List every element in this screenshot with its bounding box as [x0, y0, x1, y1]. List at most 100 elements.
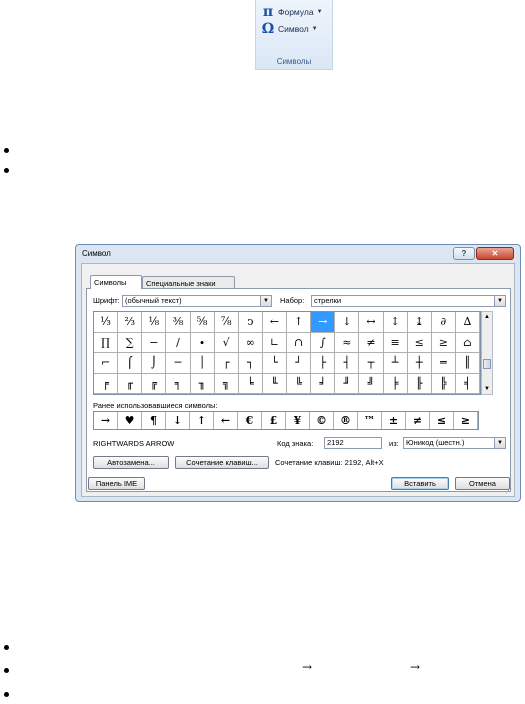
scroll-down-icon[interactable]: ▼	[482, 384, 492, 394]
symbol-cell[interactable]: ⅓	[94, 312, 119, 333]
symbol-cell[interactable]: ↨	[407, 312, 432, 333]
recent-symbols-row[interactable]: → ♥ ¶ ↓ ↑ ← € £ ¥ © ® ™ ± ≠ ≤ ≥	[93, 411, 479, 430]
subset-select[interactable]: стрелки ▼	[311, 295, 506, 307]
symbol-cell[interactable]: ≥	[431, 332, 456, 353]
shortcut-key-button[interactable]: Сочетание клавиш...	[175, 456, 269, 469]
symbol-cell[interactable]: ∆	[455, 312, 480, 333]
recent-symbol-cell[interactable]: £	[262, 412, 286, 429]
symbol-cell[interactable]: ∂	[431, 312, 456, 333]
symbol-cell[interactable]: ╡	[455, 373, 480, 394]
symbol-cell[interactable]: ┐	[238, 353, 263, 374]
symbol-cell[interactable]: −	[142, 332, 167, 353]
symbol-cell[interactable]: ╠	[431, 373, 456, 394]
scroll-up-icon[interactable]: ▲	[482, 312, 492, 322]
symbol-cell[interactable]: ╞	[383, 373, 408, 394]
resize-grip-icon[interactable]: ⋰	[505, 487, 513, 495]
symbol-cell[interactable]: ⅔	[118, 312, 143, 333]
symbol-cell[interactable]: ∏	[94, 332, 119, 353]
recent-symbol-cell[interactable]: ¶	[142, 412, 166, 429]
symbol-cell[interactable]: ╒	[94, 373, 119, 394]
dropdown-arrow-icon[interactable]: ▼	[317, 9, 323, 15]
symbol-cell[interactable]: ↄ	[238, 312, 263, 333]
recent-symbol-cell[interactable]: ←	[214, 412, 238, 429]
help-button[interactable]: ?	[453, 247, 475, 260]
symbol-cell[interactable]: ═	[431, 353, 456, 374]
recent-symbol-cell[interactable]: ™	[358, 412, 382, 429]
insert-button[interactable]: Вставить	[391, 477, 449, 490]
recent-symbol-cell[interactable]: ±	[382, 412, 406, 429]
symbol-cell[interactable]: ╝	[359, 373, 384, 394]
tab-special-characters[interactable]: Специальные знаки	[142, 276, 235, 288]
symbol-cell[interactable]: └	[262, 353, 287, 374]
symbol-cell[interactable]: ∞	[238, 332, 263, 353]
symbol-cell[interactable]: ≤	[407, 332, 432, 353]
recent-symbol-cell[interactable]: ≠	[406, 412, 430, 429]
symbol-cell[interactable]: ╟	[407, 373, 432, 394]
chevron-down-icon[interactable]: ▼	[494, 438, 505, 448]
symbol-cell[interactable]: ∑	[118, 332, 143, 353]
autocorrect-button[interactable]: Автозамена...	[93, 456, 169, 469]
recent-symbol-cell[interactable]: ♥	[118, 412, 142, 429]
symbol-cell[interactable]: ╓	[118, 373, 143, 394]
symbol-cell[interactable]: ↓	[335, 312, 360, 333]
symbol-cell[interactable]: ┌	[214, 353, 239, 374]
recent-symbol-cell[interactable]: →	[94, 412, 118, 429]
symbol-cell[interactable]: ╛	[311, 373, 336, 394]
symbol-cell[interactable]: ⌐	[94, 353, 119, 374]
encoding-select[interactable]: Юникод (шестн.) ▼	[403, 437, 506, 449]
recent-symbol-cell[interactable]: ©	[310, 412, 334, 429]
symbol-cell[interactable]: ⌡	[142, 353, 167, 374]
dropdown-arrow-icon[interactable]: ▼	[312, 26, 318, 32]
symbol-cell[interactable]: ╜	[335, 373, 360, 394]
cancel-button[interactable]: Отмена	[455, 477, 510, 490]
symbol-cell[interactable]: ┴	[383, 353, 408, 374]
symbol-cell[interactable]: ↑	[287, 312, 312, 333]
character-code-input[interactable]: 2192	[324, 437, 382, 449]
symbol-cell[interactable]: ╔	[142, 373, 167, 394]
symbol-cell[interactable]: ⌠	[118, 353, 143, 374]
symbol-cell[interactable]: ⅜	[166, 312, 191, 333]
recent-symbol-cell[interactable]: ↑	[190, 412, 214, 429]
recent-symbol-cell[interactable]: ≥	[454, 412, 478, 429]
symbol-cell[interactable]: ┼	[407, 353, 432, 374]
symbol-cell[interactable]: ┘	[287, 353, 312, 374]
tab-symbols[interactable]: Символы	[90, 275, 142, 289]
symbol-cell[interactable]: ─	[166, 353, 191, 374]
symbol-grid[interactable]: ⅓ ⅔ ⅛ ⅜ ⅝ ⅞ ↄ ← ↑ → ↓ ↔ ↕ ↨ ∂ ∆ ∏ ∑ − ∕ ∙ √ ∞ ∟ ∩ ∫ ≈ ≠ ≡ ≤ ≥ ⌂ ⌐ ⌠ ⌡ ─ │ ┌ ┐ └…	[93, 311, 481, 395]
symbol-cell[interactable]: ∕	[166, 332, 191, 353]
symbol-cell[interactable]: ┤	[335, 353, 360, 374]
symbol-cell[interactable]: ↕	[383, 312, 408, 333]
symbol-cell[interactable]: ∟	[262, 332, 287, 353]
recent-symbol-cell[interactable]: ↓	[166, 412, 190, 429]
symbol-cell[interactable]: ┬	[359, 353, 384, 374]
chevron-down-icon[interactable]: ▼	[260, 296, 271, 306]
symbol-cell[interactable]: ↔	[359, 312, 384, 333]
font-select[interactable]: (обычный текст) ▼	[122, 295, 272, 307]
symbol-cell[interactable]: ╙	[262, 373, 287, 394]
recent-symbol-cell[interactable]: ¥	[286, 412, 310, 429]
symbol-cell[interactable]: ⅛	[142, 312, 167, 333]
chevron-down-icon[interactable]: ▼	[494, 296, 505, 306]
symbol-cell[interactable]: ≡	[383, 332, 408, 353]
symbol-cell[interactable]: ╗	[214, 373, 239, 394]
symbol-cell-selected[interactable]: →	[311, 312, 336, 333]
symbol-cell[interactable]: ∙	[190, 332, 215, 353]
symbol-cell[interactable]: ╕	[166, 373, 191, 394]
formula-button[interactable]: π Формула ▼	[261, 4, 323, 20]
symbol-button[interactable]: Ω Символ ▼	[261, 21, 318, 37]
grid-scrollbar[interactable]: ▲ ▼	[481, 311, 493, 395]
symbol-cell[interactable]: ╖	[190, 373, 215, 394]
recent-symbol-cell[interactable]: €	[238, 412, 262, 429]
recent-symbol-cell[interactable]: ®	[334, 412, 358, 429]
symbol-cell[interactable]: ∫	[311, 332, 336, 353]
scroll-thumb[interactable]	[483, 359, 491, 369]
symbol-cell[interactable]: ≠	[359, 332, 384, 353]
symbol-cell[interactable]: ║	[455, 353, 480, 374]
ime-pad-button[interactable]: Панель IME	[88, 477, 145, 490]
symbol-cell[interactable]: ≈	[335, 332, 360, 353]
symbol-cell[interactable]: ├	[311, 353, 336, 374]
symbol-cell[interactable]: ╘	[238, 373, 263, 394]
symbol-cell[interactable]: ⅝	[190, 312, 215, 333]
symbol-cell[interactable]: │	[190, 353, 215, 374]
symbol-cell[interactable]: ←	[262, 312, 287, 333]
